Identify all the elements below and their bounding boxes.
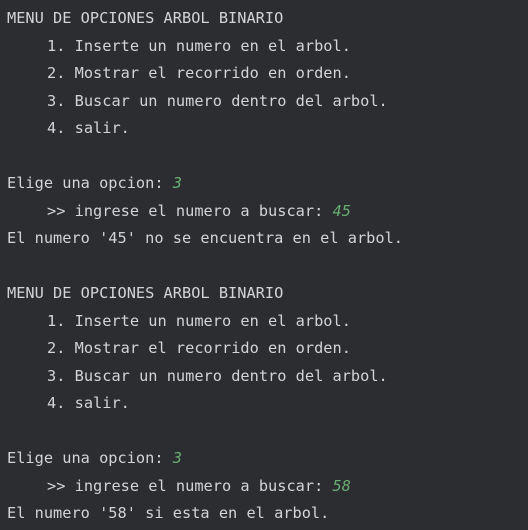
search-input: 45: [332, 201, 351, 220]
search-prompt-line: >> ingrese el numero a buscar: 45: [0, 198, 528, 226]
menu-title: MENU DE OPCIONES ARBOL BINARIO: [7, 9, 284, 27]
menu-title: MENU DE OPCIONES ARBOL BINARIO: [7, 284, 284, 302]
search-prompt: >> ingrese el numero a buscar:: [47, 476, 333, 495]
menu-option-exit: 4. salir.: [47, 119, 130, 137]
menu-option-inorder: 2. Mostrar el recorrido en orden.: [47, 64, 351, 82]
menu-option-insert: 1. Inserte un numero en el arbol.: [47, 36, 351, 55]
menu-option-search: 3. Buscar un numero dentro del arbol.: [47, 366, 388, 385]
search-input: 58: [332, 476, 351, 495]
option-prompt: Elige una opcion:: [7, 449, 173, 467]
option-input: 3: [172, 449, 182, 467]
menu-option-exit: 4. salir.: [47, 394, 130, 412]
menu-option-inorder: 2. Mostrar el recorrido en orden.: [47, 339, 351, 357]
option-input: 3: [172, 174, 182, 192]
menu-option-search: 3. Buscar un numero dentro del arbol.: [47, 91, 388, 110]
menu-option-insert: 1. Inserte un numero en el arbol.: [47, 311, 351, 330]
option-prompt: Elige una opcion:: [7, 174, 173, 192]
option-prompt-line: Elige una opcion: 3: [0, 170, 528, 198]
search-result: El numero '58' si esta en el arbol.: [7, 504, 330, 522]
search-prompt: >> ingrese el numero a buscar:: [47, 201, 333, 220]
option-prompt-line: Elige una opcion: 3: [0, 445, 528, 473]
search-result: El numero '45' no se encuentra en el arb…: [7, 229, 404, 247]
search-prompt-line: >> ingrese el numero a buscar: 58: [0, 473, 528, 501]
console-output[interactable]: MENU DE OPCIONES ARBOL BINARIO 1. Insert…: [0, 0, 528, 530]
